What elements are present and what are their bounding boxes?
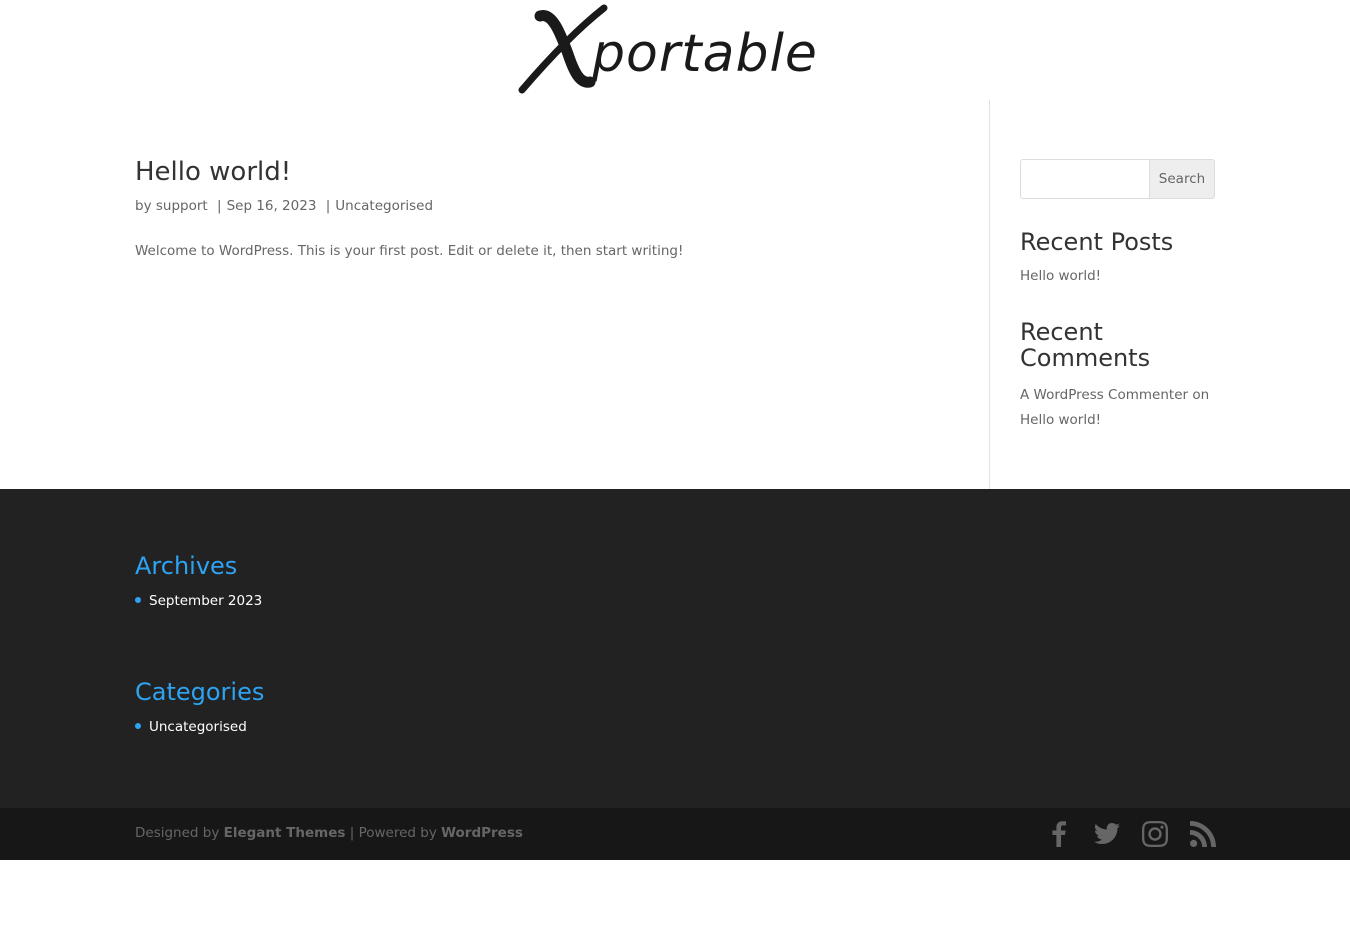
category-link[interactable]: Uncategorised	[335, 198, 433, 214]
list-bullet	[135, 597, 141, 603]
archive-link-label: September 2023	[149, 593, 263, 609]
search-button[interactable]: Search	[1149, 159, 1215, 199]
archive-link[interactable]: September 2023	[135, 591, 262, 611]
wordpress-label: WordPress	[441, 825, 523, 841]
twitter-icon[interactable]	[1093, 820, 1121, 848]
search-form: Search	[1020, 159, 1215, 199]
credits-separator: |	[349, 825, 355, 841]
categories-title: Categories	[135, 678, 265, 706]
footer-bottom-bar: Designed by Elegant Themes | Powered by …	[0, 808, 1350, 860]
instagram-icon[interactable]	[1141, 820, 1169, 848]
credits-designed-label: Designed by	[135, 825, 220, 841]
elegant-themes-link[interactable]: Elegant Themes	[224, 825, 346, 841]
category-footer-label: Uncategorised	[149, 719, 247, 735]
search-input[interactable]	[1020, 159, 1150, 199]
footer-widgets: Archives September 2023 Categories Uncat…	[0, 489, 1350, 808]
archives-title: Archives	[135, 552, 238, 580]
recent-post-link[interactable]: Hello world!	[1020, 266, 1101, 286]
recent-comment-item: A WordPress Commenter on Hello world!	[1020, 383, 1220, 433]
recent-posts-title: Recent Posts	[1020, 228, 1174, 256]
meta-by-label: by	[135, 198, 152, 214]
post-date: Sep 16, 2023	[226, 198, 317, 214]
recent-comments-title: Recent Comments	[1020, 318, 1151, 372]
logo-wordmark: portable	[592, 24, 818, 84]
meta-separator: |	[325, 198, 331, 214]
facebook-icon[interactable]	[1045, 820, 1073, 848]
list-bullet	[135, 723, 141, 729]
post-excerpt: Welcome to WordPress. This is your first…	[135, 243, 684, 259]
comment-author-link[interactable]: A WordPress Commenter	[1020, 387, 1188, 403]
post-title[interactable]: Hello world!	[135, 155, 291, 189]
rss-icon[interactable]	[1189, 820, 1217, 848]
author-link[interactable]: support	[156, 198, 208, 214]
wordpress-link[interactable]: WordPress	[441, 825, 523, 841]
footer-credits: Designed by Elegant Themes | Powered by …	[135, 823, 523, 843]
main-content: Hello world! by support | Sep 16, 2023 | U…	[0, 100, 1350, 492]
credits-powered-label: Powered by	[358, 825, 437, 841]
site-header: portable	[0, 0, 1350, 100]
sidebar-divider	[989, 100, 990, 492]
elegant-themes-label: Elegant Themes	[223, 825, 346, 841]
category-footer-link[interactable]: Uncategorised	[135, 717, 247, 737]
site-logo[interactable]: portable	[518, 2, 828, 98]
meta-separator: |	[217, 198, 222, 214]
post-meta: by support | Sep 16, 2023 | Uncategorised	[135, 196, 433, 216]
comment-on-label: on	[1192, 387, 1210, 403]
comment-post-link[interactable]: Hello world!	[1020, 412, 1101, 428]
